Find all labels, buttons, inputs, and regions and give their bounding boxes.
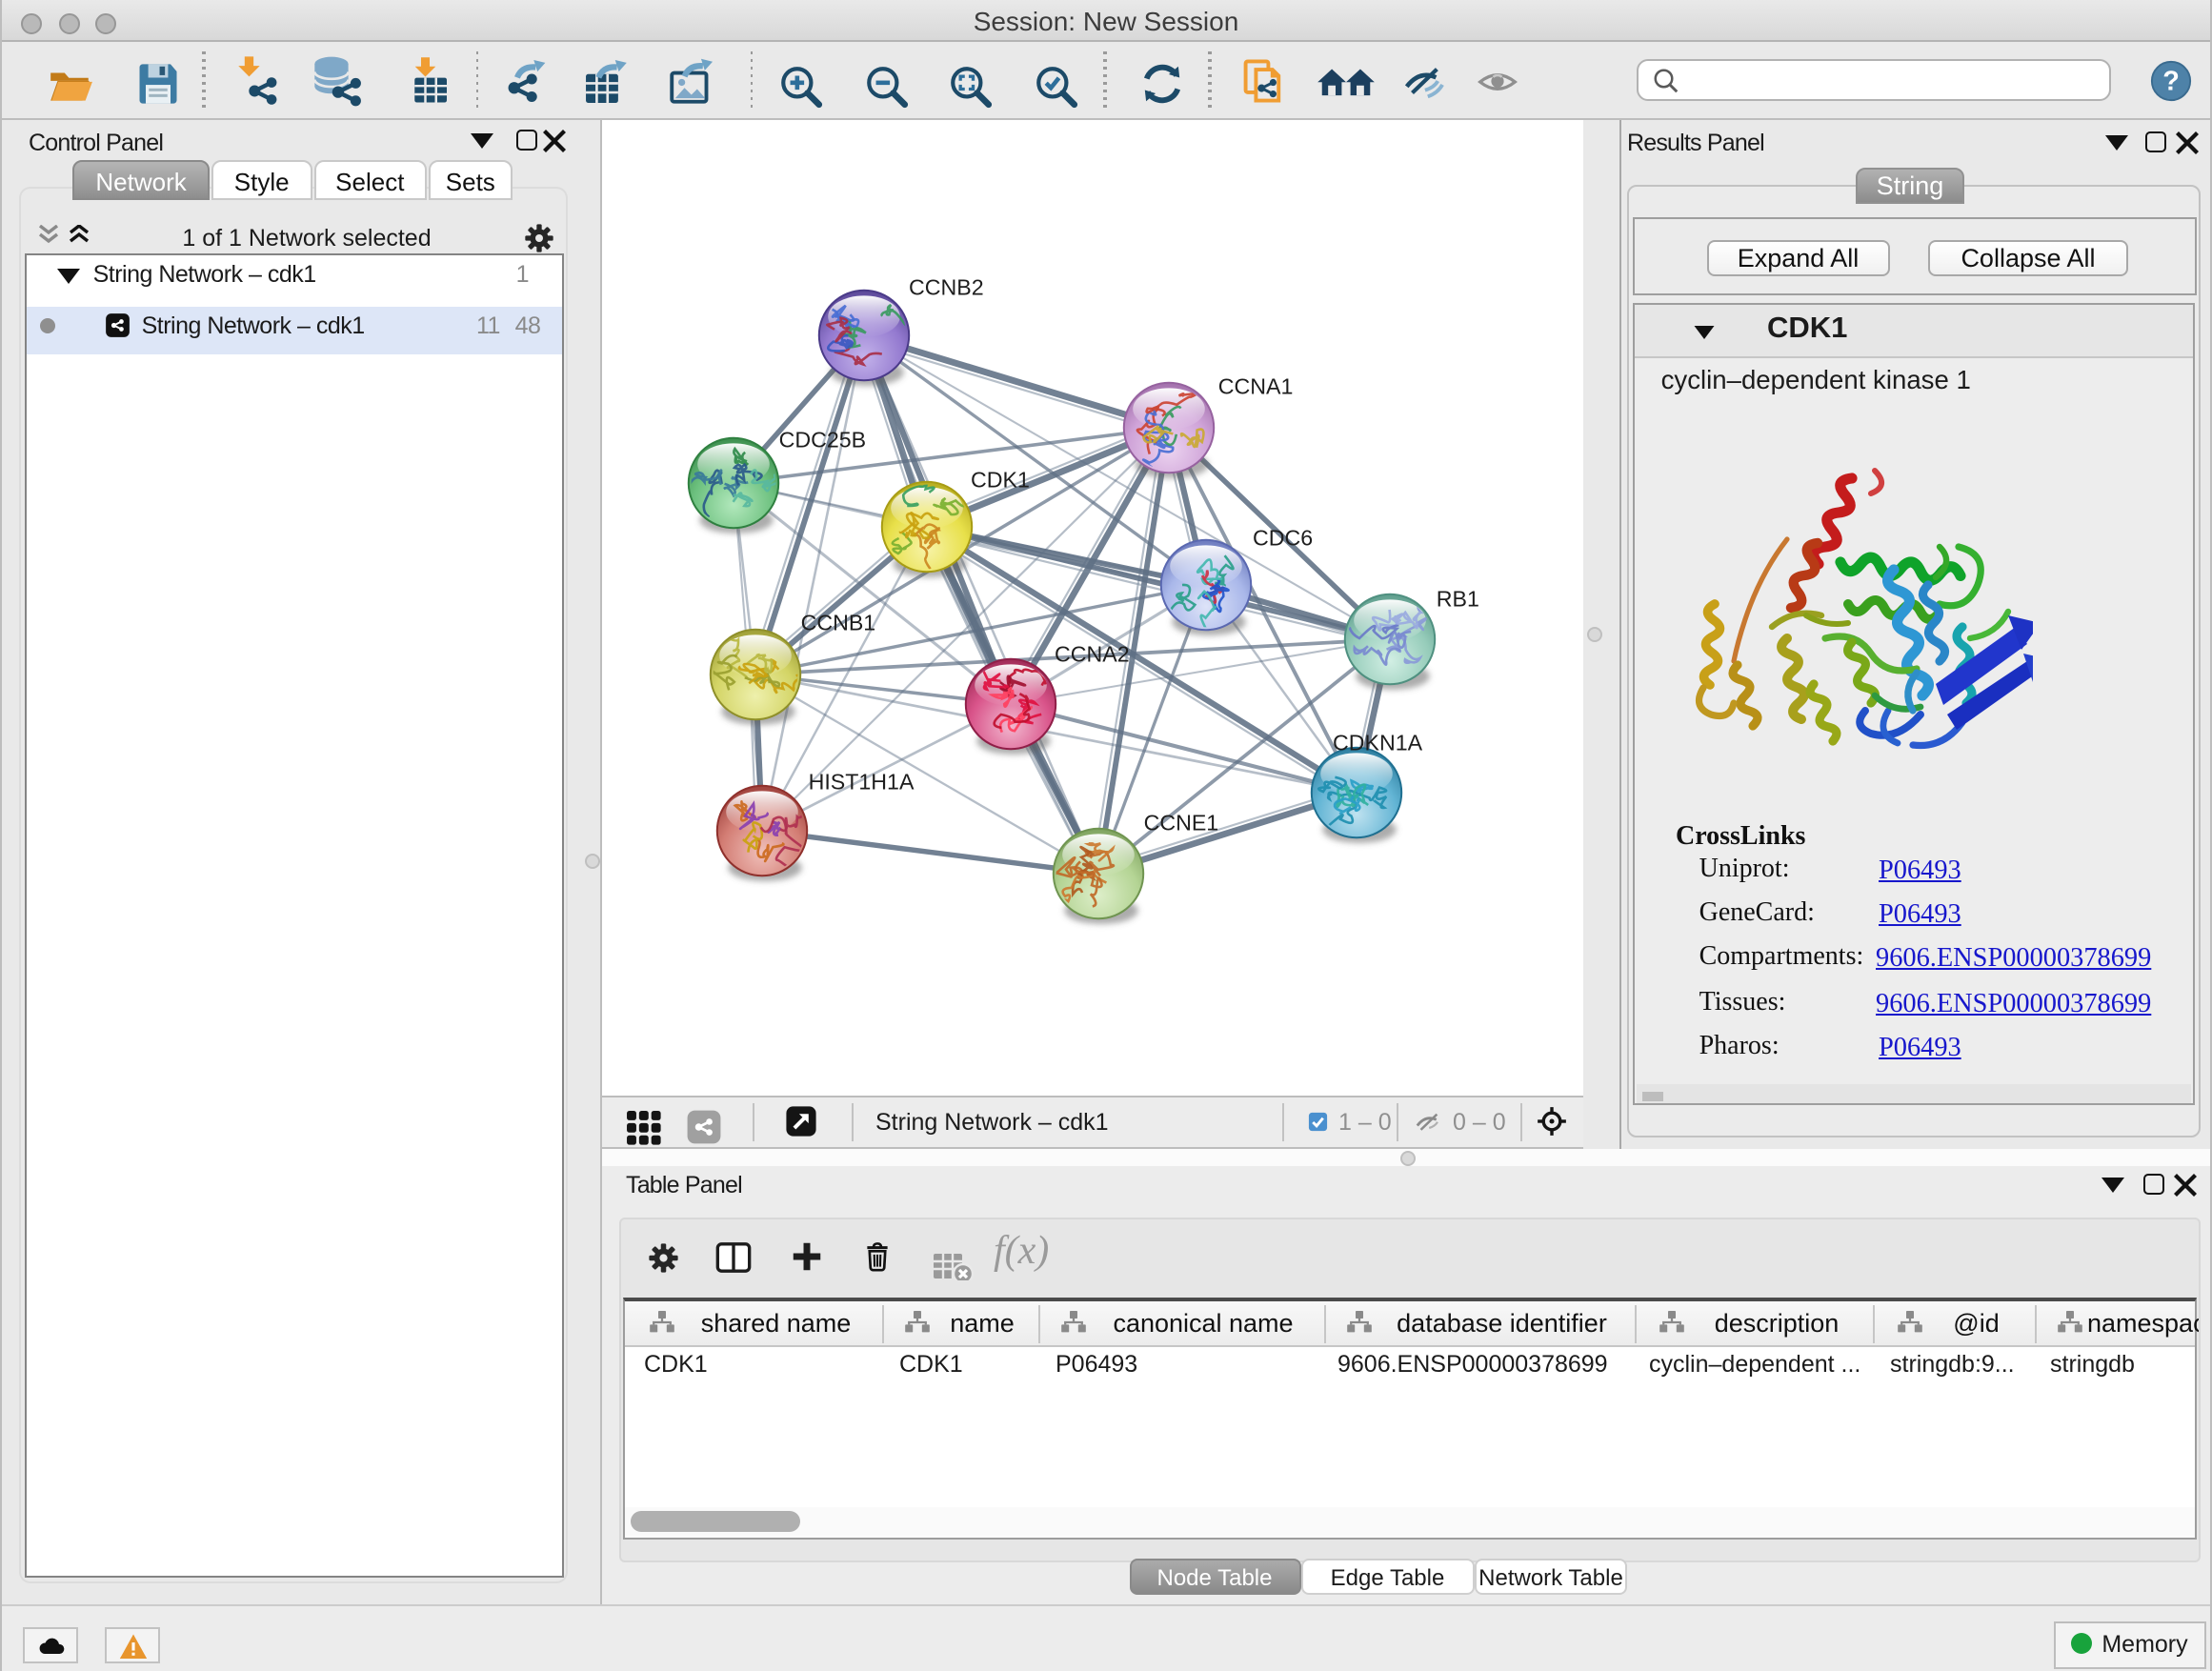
svg-text:CCNA1: CCNA1 (1217, 373, 1293, 398)
svg-text:CDC6: CDC6 (1252, 525, 1312, 550)
svg-text:CDKN1A: CDKN1A (1332, 730, 1422, 755)
svg-text:CDC25B: CDC25B (778, 427, 866, 452)
svg-text:CCNB2: CCNB2 (908, 274, 983, 299)
svg-text:?: ? (2162, 66, 2179, 96)
svg-text:CDK1: CDK1 (970, 467, 1029, 492)
svg-text:CCNA2: CCNA2 (1054, 641, 1129, 666)
svg-text:CCNE1: CCNE1 (1143, 810, 1218, 835)
svg-text:HIST1H1A: HIST1H1A (808, 769, 914, 794)
svg-text:RB1: RB1 (1436, 586, 1478, 611)
svg-text:CCNB1: CCNB1 (800, 610, 875, 634)
